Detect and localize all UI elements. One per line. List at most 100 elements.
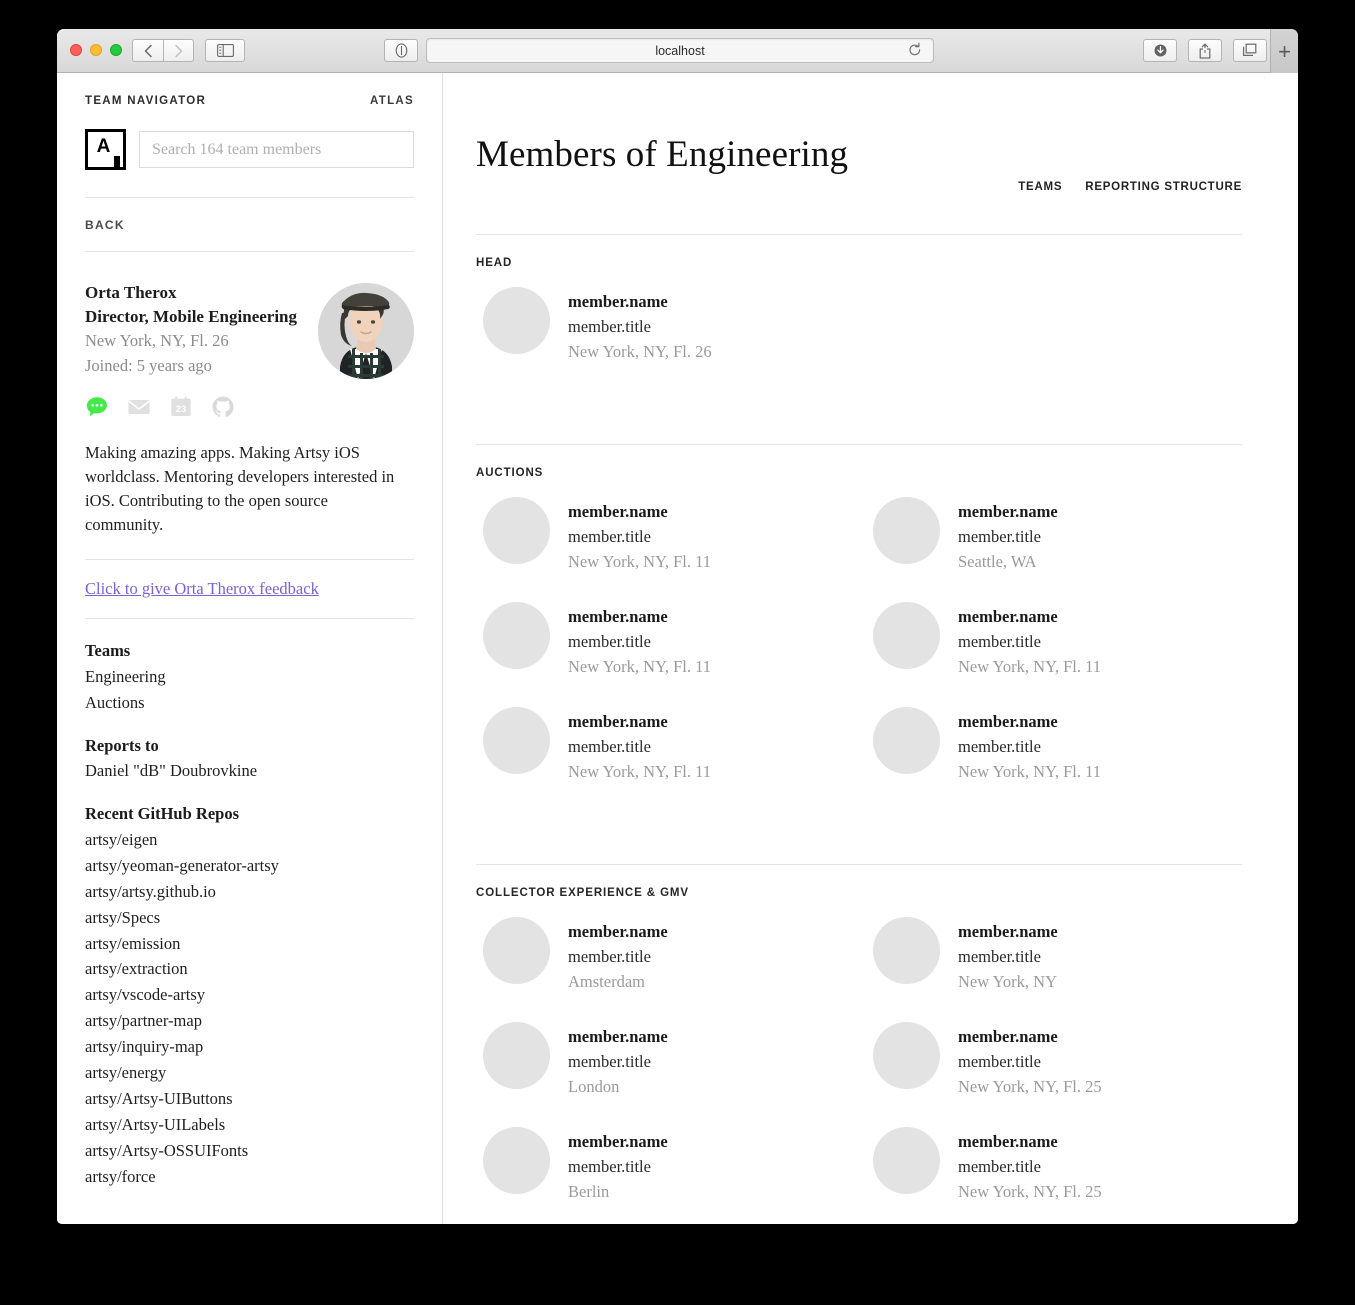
- member-card[interactable]: member.name member.title New York, NY, Fl.…: [476, 285, 866, 390]
- section-divider: [476, 863, 1242, 865]
- repo-item[interactable]: artsy/inquiry-map: [85, 1034, 414, 1060]
- email-icon[interactable]: [127, 395, 151, 419]
- member-name: member.name: [958, 711, 1058, 731]
- member-name: member.name: [958, 501, 1058, 521]
- window-controls: [70, 44, 122, 56]
- member-title: member.title: [568, 736, 651, 756]
- downloads-button[interactable]: [1143, 39, 1177, 62]
- artsy-logo-notch: [114, 156, 120, 167]
- reports-to-heading: Reports to: [85, 735, 159, 755]
- nav-reporting-structure[interactable]: REPORTING STRUCTURE: [1085, 181, 1242, 193]
- member-location: New York, NY, Fl. 26: [568, 341, 712, 361]
- profile-contact-icons: 23: [85, 395, 297, 419]
- member-card[interactable]: member.name member.title New York, NY, Fl.…: [866, 1020, 1256, 1125]
- repo-item[interactable]: artsy/Artsy-UILabels: [85, 1112, 414, 1138]
- profile-name: Orta Therox: [85, 283, 177, 302]
- section-divider: [476, 443, 1242, 445]
- member-location: New York, NY, Fl. 11: [568, 656, 712, 676]
- team-item[interactable]: Engineering: [85, 664, 414, 690]
- teams-block: Teams Engineering Auctions: [85, 619, 414, 716]
- profile-card: Orta Therox Director, Mobile Engineering…: [85, 252, 414, 419]
- member-location: New York, NY, Fl. 11: [568, 551, 712, 571]
- sidebar-toggle-button[interactable]: [205, 39, 245, 62]
- search-input[interactable]: [139, 131, 414, 168]
- repo-item[interactable]: artsy/vscode-artsy: [85, 982, 414, 1008]
- profile-title: Director, Mobile Engineering: [85, 307, 298, 327]
- member-info: member.name member.title New York, NY, Fl.…: [568, 285, 712, 364]
- profile-text: Orta Therox Director, Mobile Engineering…: [85, 279, 297, 419]
- member-info: member.name member.title Seattle, WA: [958, 495, 1058, 574]
- section-label: AUCTIONS: [476, 466, 544, 479]
- calendar-day-label: 23: [176, 404, 187, 415]
- member-card[interactable]: member.name member.title New York, NY, Fl.…: [476, 495, 866, 600]
- close-window-button[interactable]: [70, 44, 82, 56]
- member-card[interactable]: member.name member.title New York, NY, Fl.…: [866, 1125, 1256, 1224]
- feedback-link[interactable]: Click to give Orta Therox feedback: [85, 579, 319, 598]
- member-card[interactable]: member.name member.title Seattle, WA: [866, 495, 1256, 600]
- repo-item[interactable]: artsy/Specs: [85, 905, 414, 931]
- team-item[interactable]: Auctions: [85, 690, 414, 716]
- member-card[interactable]: member.name member.title New York, NY: [866, 915, 1256, 1020]
- member-title: member.title: [958, 631, 1041, 651]
- repo-item[interactable]: artsy/extraction: [85, 956, 414, 982]
- repo-item[interactable]: artsy/Artsy-OSSUIFonts: [85, 1138, 414, 1164]
- repo-item[interactable]: artsy/force: [85, 1164, 414, 1190]
- member-avatar: [873, 1126, 940, 1194]
- member-avatar: [873, 601, 940, 669]
- member-card[interactable]: member.name member.title Amsterdam: [476, 915, 866, 1020]
- member-location: New York, NY, Fl. 11: [958, 656, 1102, 676]
- profile-joined: Joined: 5 years ago: [85, 356, 212, 375]
- member-location: New York, NY, Fl. 11: [958, 761, 1102, 781]
- section-label: HEAD: [476, 256, 513, 269]
- nav-teams[interactable]: TEAMS: [1018, 181, 1062, 193]
- repo-item[interactable]: artsy/eigen: [85, 827, 414, 853]
- member-title: member.title: [958, 736, 1041, 756]
- new-tab-button[interactable]: +: [1270, 29, 1298, 74]
- member-name: member.name: [568, 921, 668, 941]
- member-card[interactable]: member.name member.title New York, NY, Fl.…: [866, 600, 1256, 705]
- member-card[interactable]: member.name member.title New York, NY, Fl.…: [476, 600, 866, 705]
- main-content: Members of Engineering TEAMS REPORTING S…: [443, 73, 1298, 1224]
- artsy-logo-icon: A: [85, 129, 126, 170]
- reader-view-button[interactable]: [384, 39, 418, 62]
- maximize-window-button[interactable]: [110, 44, 122, 56]
- back-button[interactable]: [132, 39, 163, 62]
- member-avatar: [483, 286, 550, 354]
- share-button[interactable]: [1188, 39, 1222, 62]
- member-info: member.name member.title New York, NY, Fl.…: [568, 705, 711, 784]
- back-icon: [144, 44, 152, 57]
- repo-item[interactable]: artsy/Artsy-UIButtons: [85, 1086, 414, 1112]
- github-icon[interactable]: [211, 395, 235, 419]
- member-card[interactable]: member.name member.title London: [476, 1020, 866, 1125]
- member-avatar: [483, 1126, 550, 1194]
- main-header: Members of Engineering TEAMS REPORTING S…: [476, 111, 1242, 198]
- member-avatar: [873, 916, 940, 984]
- reports-to-item[interactable]: Daniel "dB" Doubrovkine: [85, 758, 414, 784]
- repo-item[interactable]: artsy/artsy.github.io: [85, 879, 414, 905]
- repo-item[interactable]: artsy/yeoman-generator-artsy: [85, 853, 414, 879]
- member-avatar: [483, 1021, 550, 1089]
- address-bar[interactable]: localhost: [426, 38, 934, 63]
- section-divider: [476, 233, 1242, 235]
- calendar-icon[interactable]: 23: [169, 395, 193, 419]
- download-icon: [1154, 44, 1166, 57]
- show-tabs-button[interactable]: [1233, 39, 1267, 62]
- forward-button[interactable]: [163, 39, 194, 62]
- repo-item[interactable]: artsy/emission: [85, 931, 414, 957]
- reload-button[interactable]: [907, 42, 925, 60]
- message-icon[interactable]: [85, 395, 109, 419]
- member-title: member.title: [568, 526, 651, 546]
- member-name: member.name: [568, 1131, 668, 1151]
- member-avatar: [873, 496, 940, 564]
- back-link[interactable]: BACK: [85, 198, 414, 251]
- repo-item[interactable]: artsy/energy: [85, 1060, 414, 1086]
- member-card[interactable]: member.name member.title New York, NY, Fl.…: [866, 705, 1256, 810]
- minimize-window-button[interactable]: [90, 44, 102, 56]
- member-info: member.name member.title New York, NY, Fl.…: [958, 705, 1101, 784]
- member-grid: member.name member.title New York, NY, Fl.…: [476, 285, 1242, 390]
- member-card[interactable]: member.name member.title Berlin: [476, 1125, 866, 1224]
- tabs-icon: [1243, 43, 1257, 56]
- member-card[interactable]: member.name member.title New York, NY, Fl.…: [476, 705, 866, 810]
- member-info: member.name member.title New York, NY, Fl.…: [958, 600, 1101, 679]
- repo-item[interactable]: artsy/partner-map: [85, 1008, 414, 1034]
